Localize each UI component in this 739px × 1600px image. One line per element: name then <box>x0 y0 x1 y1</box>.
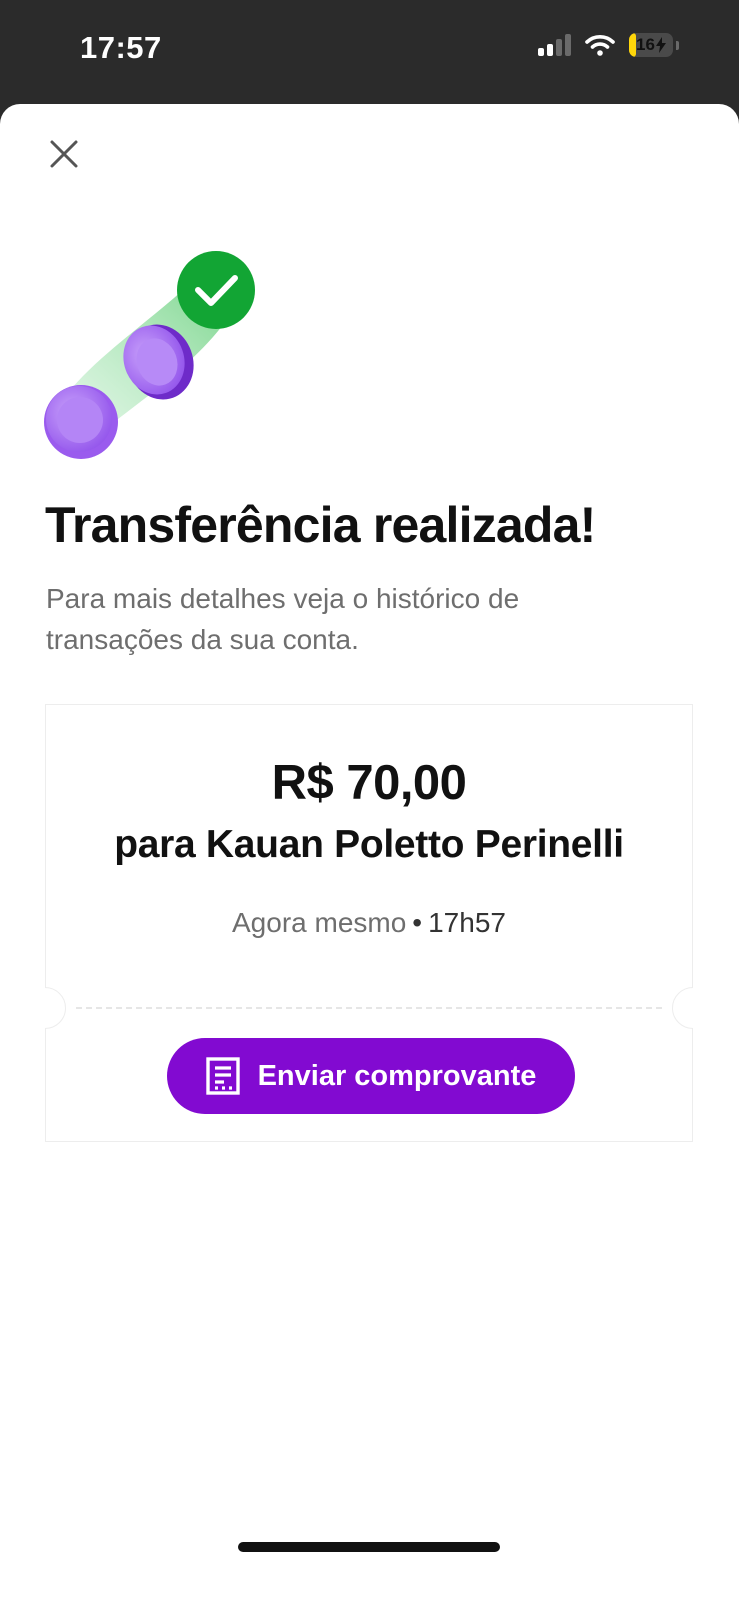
transfer-amount: R$ 70,00 <box>271 756 467 810</box>
wifi-icon <box>585 35 615 56</box>
status-time: 17:57 <box>80 30 162 65</box>
send-receipt-label: Enviar comprovante <box>257 1059 537 1092</box>
battery-nub <box>676 40 679 50</box>
battery-charging-icon: 16 <box>629 33 673 57</box>
receipt-icon <box>205 1057 240 1095</box>
page-subtitle: Para mais detalhes veja o histórico de t… <box>46 583 520 655</box>
transfer-receipt-card: R$ 70,00 para Kauan Poletto Perinelli Ag… <box>45 704 693 1142</box>
battery-level: 16 <box>636 35 655 54</box>
check-coins-icon <box>44 251 255 459</box>
timestamp-relative: Agora mesmo <box>232 907 407 938</box>
timestamp-exact: 17h57 <box>428 907 506 938</box>
receipt-notch-right <box>672 987 693 1029</box>
page-title: Transferência realizada! <box>45 497 596 553</box>
close-icon <box>50 140 78 168</box>
close-button[interactable] <box>44 134 84 174</box>
cellular-signal-icon <box>538 34 571 56</box>
transfer-timestamp: Agora mesmo • 17h57 <box>46 907 692 939</box>
status-bar: 17:57 16 <box>0 0 739 100</box>
timestamp-separator: • <box>412 907 423 938</box>
transfer-recipient: para Kauan Poletto Perinelli <box>114 823 624 866</box>
transfer-success-sheet: Transferência realizada! Para mais detal… <box>0 104 739 1600</box>
status-icons: 16 <box>538 33 679 57</box>
receipt-divider <box>76 1007 662 1009</box>
send-receipt-button[interactable]: Enviar comprovante <box>167 1038 575 1114</box>
home-indicator[interactable] <box>238 1542 500 1552</box>
receipt-notch-left <box>45 987 66 1029</box>
